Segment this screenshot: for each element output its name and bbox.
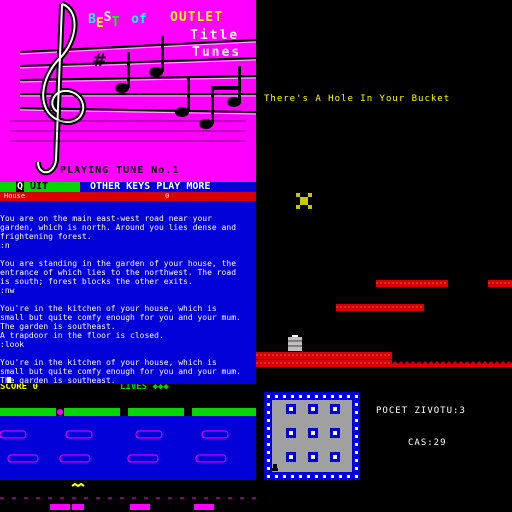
maze-blocks [286, 404, 340, 462]
time-counter: CAS:29 [408, 438, 447, 448]
adventure-score: 0 [165, 192, 170, 200]
tunes-word: Tunes [192, 45, 242, 60]
outlet-title: OUTLET [170, 10, 223, 25]
other-keys-label: OTHER KEYS PLAY MORE [90, 181, 211, 192]
cars [50, 504, 214, 510]
best-letter-s: S [103, 10, 112, 25]
maze-panel: POCET ZIVOTU:3 CAS:29 [256, 384, 512, 512]
platform-scene [256, 193, 512, 367]
text-adventure-panel: House 0 You are on the main east-west ro… [0, 192, 256, 384]
frogger-panel: SCORE 0 LIVES ◆◆◆ [0, 384, 256, 512]
best-of-title: BEST of [88, 10, 147, 31]
lives-counter: POCET ZIVOTU:3 [376, 406, 466, 416]
adventure-transcript: You are on the main east-west road near … [0, 214, 241, 384]
svg-text:#: # [92, 50, 107, 71]
status-bar: House 0 [0, 192, 256, 201]
best-letter-b: B [88, 12, 96, 27]
key-bar: Q UIT OTHER KEYS PLAY MORE [0, 181, 256, 192]
quit-key[interactable]: Q [16, 181, 25, 192]
spike-floor [392, 364, 512, 367]
location-name: House [4, 192, 26, 200]
title-word: Title [190, 28, 240, 43]
frog-sprite [71, 482, 85, 488]
maze-board [264, 392, 360, 480]
river [0, 416, 256, 480]
best-letter-e: E [95, 16, 104, 31]
platform-game-panel: There's A Hole In Your Bucket [256, 0, 512, 384]
frogger-scene [0, 408, 256, 510]
brick-platform-3 [256, 352, 392, 367]
best-letter-t: T [111, 15, 120, 30]
bucket-player-sprite [288, 335, 302, 351]
quit-label: UIT [30, 181, 49, 192]
yellow-x-sprite [296, 193, 312, 209]
text-cursor[interactable] [7, 377, 11, 383]
of-word: of [131, 12, 147, 27]
title-tunes-panel: # BEST of OUTLET Title Tunes PLAYING TUN… [0, 0, 256, 192]
playing-tune-label: PLAYING TUNE No.1 [60, 165, 180, 176]
